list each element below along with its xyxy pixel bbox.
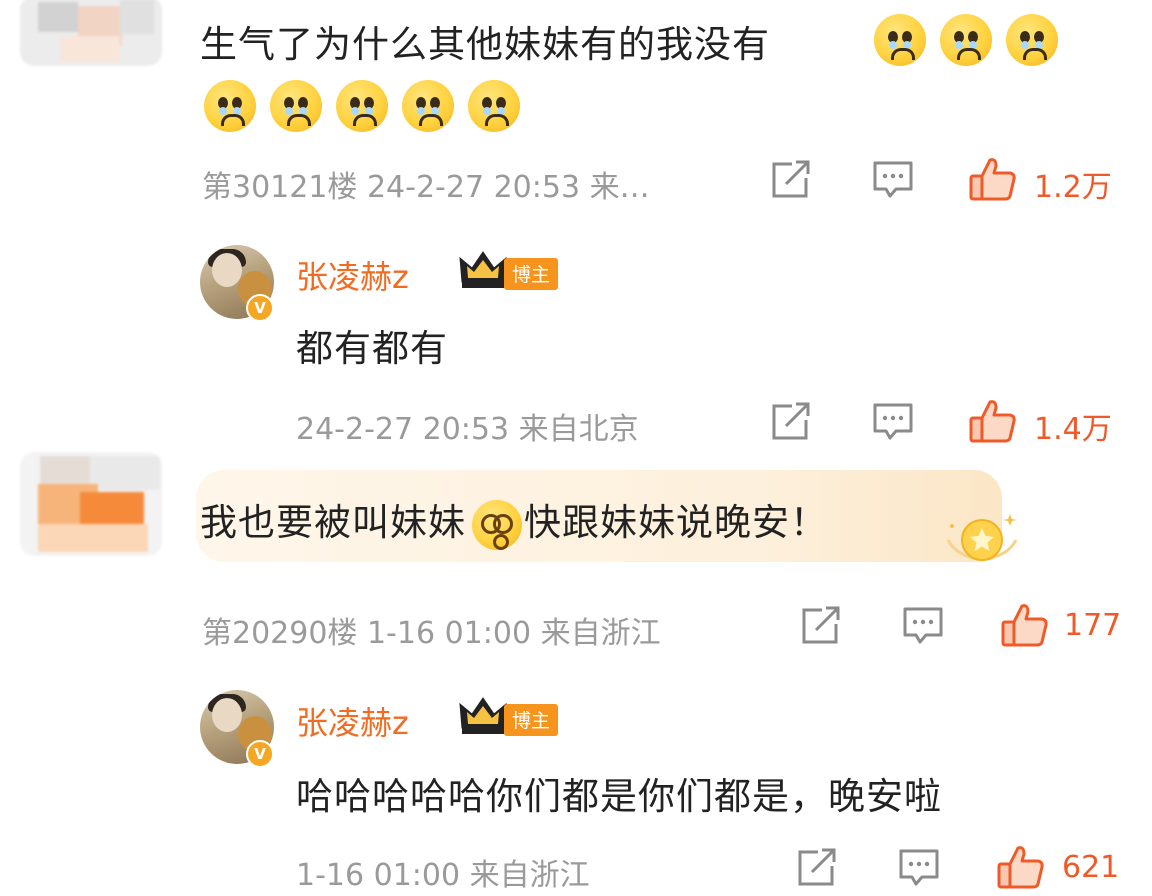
like-thumb-icon[interactable] [968,398,1018,444]
comment-text-content: 生气了为什么其他妹妹有的我没有 [200,23,770,66]
comment-text-before: 我也要被叫妹妹 [200,501,466,544]
share-icon[interactable] [800,606,842,646]
blogger-badge: 博主 [504,258,559,290]
commenter-avatar-blurred[interactable] [20,452,162,556]
like-thumb-icon[interactable] [1000,602,1050,648]
comment-meta: 第20290楼 1-16 01:00 来自浙江 [202,616,661,651]
comment-icon[interactable] [898,848,940,888]
commenter-avatar-blurred[interactable] [20,0,162,66]
crown-icon [459,697,507,734]
star-badge-icon [946,514,1018,562]
crying-face-icon [336,80,388,132]
comment-meta: 第30121楼 24-2-27 20:53 来… [202,170,650,205]
comment-text: 我也要被叫妹妹 快跟妹妹说晚安！ [200,492,828,550]
like-thumb-icon[interactable] [968,156,1018,202]
crown-icon [459,251,507,288]
like-count: 1.2万 [1034,170,1112,205]
like-thumb-icon[interactable] [996,844,1046,890]
emoji-row [874,14,1072,66]
verified-icon: V [246,740,274,768]
comment-text: 生气了为什么其他妹妹有的我没有 [200,14,770,68]
reply-username[interactable]: 张凌赫z [296,252,409,298]
like-count: 177 [1064,608,1122,643]
reply-text: 都有都有 [296,327,448,370]
comment-icon[interactable] [902,606,944,646]
crying-face-icon [270,80,322,132]
comment-text-after: 快跟妹妹说晚安！ [524,501,828,544]
reply-username[interactable]: 张凌赫z [296,698,409,744]
crying-face-icon [940,14,992,66]
reply-text: 哈哈哈哈哈你们都是你们都是，晚安啦 [296,775,942,818]
share-icon[interactable] [770,160,812,200]
emoji-row [204,80,534,132]
share-icon[interactable] [796,848,838,888]
share-icon[interactable] [770,402,812,442]
reply-meta: 24-2-27 20:53 来自北京 [296,412,639,447]
verified-icon: V [246,294,274,322]
crying-face-icon [1006,14,1058,66]
blogger-badge: 博主 [504,704,559,736]
reply-meta: 1-16 01:00 来自浙江 [296,858,590,893]
like-count: 621 [1062,850,1120,885]
dizzy-face-icon [472,499,522,550]
crying-face-icon [402,80,454,132]
crying-face-icon [204,80,256,132]
comment-icon[interactable] [872,402,914,442]
crying-face-icon [874,14,926,66]
crying-face-icon [468,80,520,132]
comment-icon[interactable] [872,160,914,200]
like-count: 1.4万 [1034,412,1112,447]
